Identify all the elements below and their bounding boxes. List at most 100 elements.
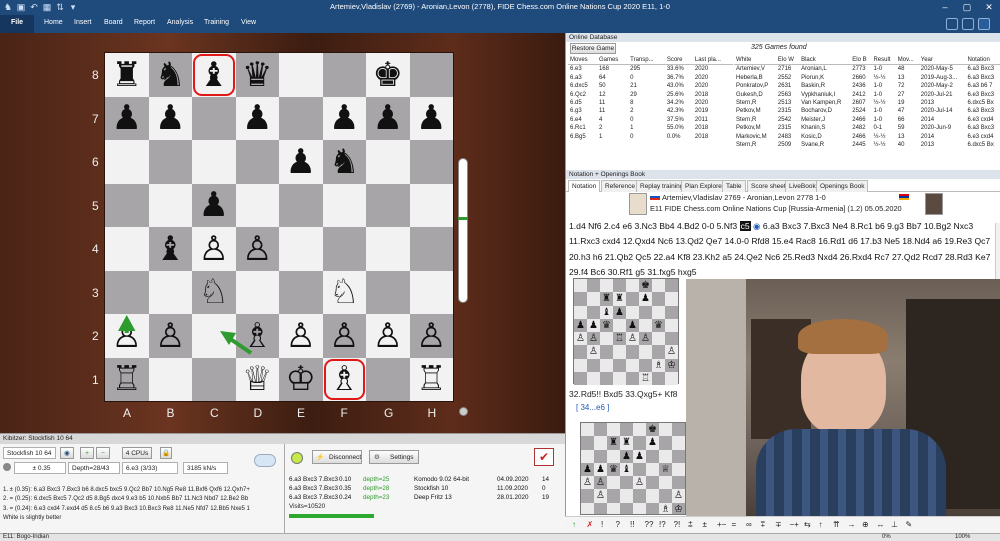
games-table-row[interactable]: Heberla,B 2552 Piorun,K 2660 ½-½ 13 2019-Aug-3… [734,74,1000,82]
minimize-button[interactable]: – [934,0,956,15]
moves-table-column-header[interactable]: Moves [568,56,597,65]
annotation-symbol-5[interactable]: ?? [645,520,654,529]
games-table-column-header[interactable]: Elo W [776,56,799,65]
games-table-row[interactable]: Stern,R 2542 Meister,J 2466 1-0 66 2014 6.e3 cx… [734,116,1000,124]
menu-view[interactable]: View [241,19,256,26]
variation-line[interactable]: 32.Rd5!! Bxd5 33.Qxg5+ Kf8 [569,389,677,399]
tab-reference[interactable]: Reference [601,180,639,192]
games-table-column-header[interactable]: White [734,56,776,65]
annotation-symbol-9[interactable]: ± [703,520,707,529]
tab-livebook[interactable]: LiveBook [785,180,820,192]
close-button[interactable]: ✕ [978,0,1000,15]
games-table-column-header[interactable]: Elo B [850,56,871,65]
annotation-symbol-4[interactable]: !! [630,520,634,529]
menu-training[interactable]: Training [204,19,229,26]
notation-text[interactable]: 1.d4 Nf6 2.c4 e6 3.Nc3 Bb4 4.Bd2 0-0 5.N… [569,219,997,281]
games-table-row[interactable]: Petkov,M 2315 Bocharov,D 2524 1-0 47 2020-Jul-… [734,107,1000,115]
moves-table-column-header[interactable]: Transp... [628,56,665,65]
moves-table-column-header[interactable]: Last pla... [693,56,733,65]
analysis-line-2[interactable]: 2. = (0.25): 6.dxc5 Bxc5 7.Qc2 d5 8.Bg5 … [3,495,280,504]
maximize-button[interactable]: ▢ [956,0,978,15]
moves-table-row[interactable]: 6.e3 168 295 33.6% 2020 [568,64,733,74]
restore-game-button[interactable]: Restore Game [570,43,616,54]
annotation-symbol-15[interactable]: −+ [790,520,799,529]
tab-plan-explorer[interactable]: Plan Explorer [681,180,729,192]
menu-report[interactable]: Report [134,19,155,26]
games-table-column-header[interactable]: Black [799,56,850,65]
annotation-symbol-0[interactable]: ↑ [572,520,576,529]
remove-line-icon[interactable]: − [96,447,110,459]
games-table-row[interactable]: Petkov,M 2315 Khanin,S 2482 0-1 59 2020-Jun-9 6… [734,124,1000,132]
board-corner-button[interactable] [459,407,468,416]
annotation-symbol-3[interactable]: ? [616,520,620,529]
tab-score-sheet[interactable]: Score sheet [747,180,790,192]
games-table-row[interactable]: Stern,R 2513 Van Kampen,R 2607 ½-½ 19 2013 6.dx… [734,99,1000,107]
games-table-row[interactable]: Ponkratov,P 2631 Baskin,R 2436 1-0 72 2020-May… [734,82,1000,90]
moves-table-row[interactable]: 6.d5 11 8 34.2% 2020 [568,99,733,107]
games-table-row[interactable]: Gukesh,D 2563 Vypkhaniuk,I 2412 1-0 27 2020-Ju… [734,91,1000,99]
annotation-symbol-18[interactable]: ⇈ [833,520,840,529]
engine-row[interactable]: 6.a3 Bxc3 7.Bxc3 0.35 depth=28 Stockfish 10… [289,484,559,493]
moves-table-column-header[interactable]: Score [665,56,693,65]
moves-table-row[interactable]: 6.g3 11 2 42.3% 2019 [568,107,733,115]
tab-table[interactable]: Table [722,180,746,192]
moves-table-row[interactable]: 6.Bg5 1 0 0.0% 2018 [568,133,733,141]
annotation-symbol-22[interactable]: ⊥ [891,520,898,529]
games-table-row[interactable]: Markovic,M 2483 Kosic,D 2466 ½-½ 13 2014 6.e3 c… [734,133,1000,141]
add-line-icon[interactable]: + [80,447,94,459]
moves-table-row[interactable]: 6.Qc2 12 29 25.6% 2018 [568,91,733,99]
games-table-column-header[interactable]: Result [871,56,895,65]
moves-table-row[interactable]: 6.dxc5 50 21 43.0% 2020 [568,82,733,90]
tab-replay-training[interactable]: Replay training [636,180,688,192]
tab-notation[interactable]: Notation [568,180,601,192]
annotation-symbol-11[interactable]: = [732,520,737,529]
checkbox-icon[interactable]: ✔ [534,448,554,466]
annotation-symbol-1[interactable]: ✗ [587,520,594,529]
moves-table-row[interactable]: 6.a3 64 0 36.7% 2020 [568,74,733,82]
annotation-symbol-2[interactable]: ! [601,520,603,529]
board-scrollbar[interactable] [458,158,468,303]
annotation-symbol-19[interactable]: → [848,520,856,529]
engine-power-icon[interactable]: ◉ [60,447,74,459]
engine-row[interactable]: 6.a3 Bxc3 7.Bxc3 0.10 depth=25 Komodo 9.02 … [289,475,559,484]
cloud-icon[interactable] [254,454,276,467]
games-table-column-header[interactable]: Year [919,56,966,65]
profile-icon[interactable] [978,18,990,30]
annotation-symbol-23[interactable]: ✎ [906,520,913,529]
annotation-symbol-21[interactable]: ↔ [877,520,885,529]
menu-insert[interactable]: Insert [74,19,92,26]
games-table-column-header[interactable]: Mov... [896,56,919,65]
menu-file[interactable]: File [0,15,34,33]
menu-board[interactable]: Board [104,19,123,26]
games-table-row[interactable]: Stern,R 2509 Svane,R 2445 ½-½ 40 2013 6.dxc5 Bx [734,141,1000,149]
annotation-symbol-7[interactable]: ?! [674,520,681,529]
engine-name[interactable]: Stockfish 10 64 [3,447,56,459]
settings-button[interactable]: ⚙ Settings [369,450,419,464]
annotation-symbol-20[interactable]: ⊕ [862,520,869,529]
help-icon[interactable] [946,18,958,30]
annotation-symbol-13[interactable]: ⩱ [761,520,766,530]
annotation-symbol-10[interactable]: +− [717,520,726,529]
annotation-symbol-12[interactable]: ∞ [746,520,752,529]
analysis-line-1[interactable]: 1. ± (0.35): 6.a3 Bxc3 7.Bxc3 b6 8.dxc5 … [3,486,280,495]
tab-openings-book[interactable]: Openings Book [816,180,869,192]
menu-home[interactable]: Home [44,19,63,26]
annotation-symbol-8[interactable]: ⩲ [688,520,693,530]
lock-icon[interactable]: 🔒 [160,447,172,459]
games-table-column-header[interactable]: Notation [965,56,1000,65]
moves-table-column-header[interactable]: Games [597,56,628,65]
annotation-symbol-14[interactable]: ∓ [775,520,782,529]
cpus-button[interactable]: 4 CPUs [122,447,152,459]
variation-sub[interactable]: [ 34...e6 ] [576,403,609,412]
engine-row[interactable]: 6.a3 Bxc3 7.Bxc3 0.24 depth=23 Deep Fritz 1… [289,493,559,502]
moves-table-row[interactable]: 6.Rc1 2 1 55.0% 2018 [568,124,733,132]
games-table-row[interactable]: Artemiev,V 2716 Aronian,L 2773 1-0 48 2020-May… [734,64,1000,74]
annotation-symbol-16[interactable]: ⇆ [804,520,811,529]
menu-analysis[interactable]: Analysis [167,19,193,26]
analysis-line-3[interactable]: 3. = (0.24): 6.e3 cxd4 7.exd4 d5 8.c5 b6… [3,505,280,514]
moves-before[interactable]: 1.d4 Nf6 2.c4 e6 3.Nc3 Bb4 4.Bd2 0-0 5.N… [569,221,737,231]
current-move-highlight[interactable]: c5 [739,221,751,231]
annotation-symbol-6[interactable]: !? [659,520,666,529]
annotation-symbol-17[interactable]: ↑ [819,520,823,529]
moves-table-row[interactable]: 6.e4 4 0 37.5% 2011 [568,116,733,124]
